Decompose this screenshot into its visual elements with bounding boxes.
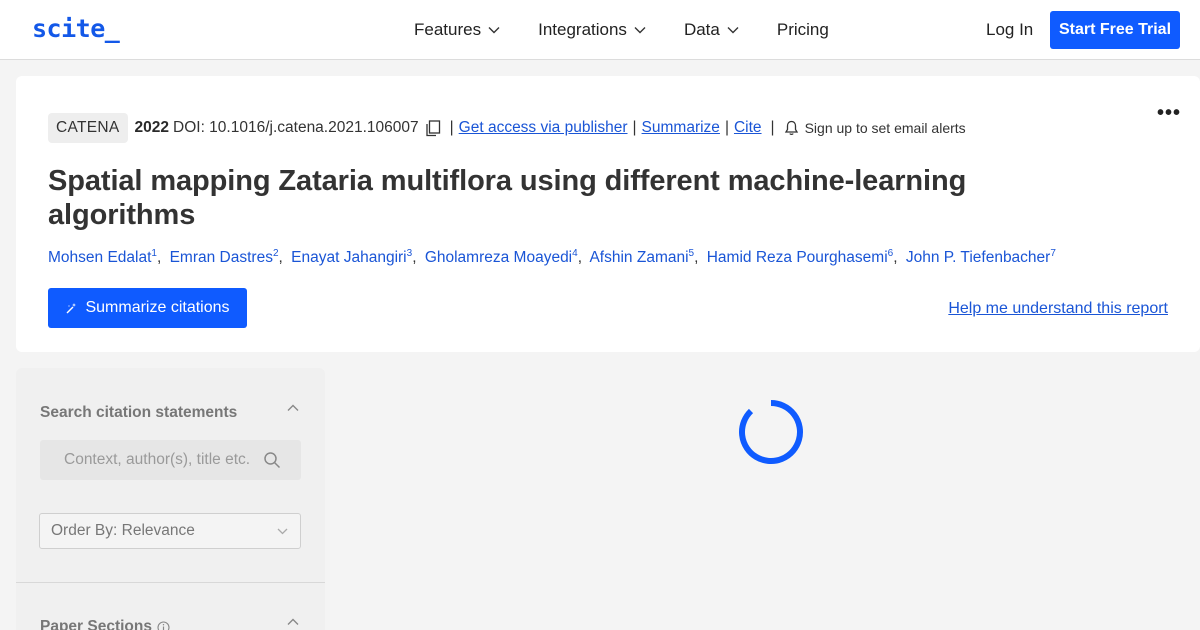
author-link[interactable]: Afshin Zamani5 [589, 248, 694, 267]
chevron-down-icon [727, 27, 739, 34]
author-name: Mohsen Edalat [48, 249, 152, 267]
separator: | [770, 119, 775, 136]
chevron-down-icon [277, 528, 288, 535]
author-name: Hamid Reza Pourghasemi [706, 249, 888, 267]
scite-logo[interactable]: scite_ [32, 14, 120, 43]
summarize-citations-button[interactable]: Summarize citations [48, 288, 247, 328]
publication-year: 2022 [134, 119, 170, 136]
email-alerts-link[interactable]: Sign up to set email alerts [805, 120, 966, 136]
paper-sections-heading: Paper Sections [40, 618, 170, 630]
copy-icon[interactable] [425, 119, 441, 137]
author-name: Enayat Jahangiri [291, 249, 407, 267]
get-access-link[interactable]: Get access via publisher [459, 119, 628, 137]
nav-features[interactable]: Features [414, 20, 500, 40]
login-link[interactable]: Log In [986, 20, 1033, 40]
separator: | [724, 119, 729, 136]
author-name: Afshin Zamani [589, 249, 689, 267]
nav-data-label: Data [683, 20, 720, 39]
chevron-down-icon [488, 27, 500, 34]
info-icon[interactable] [157, 620, 170, 630]
magic-wand-icon [66, 302, 77, 313]
summarize-link[interactable]: Summarize [642, 119, 720, 137]
author-link[interactable]: Enayat Jahangiri3 [291, 248, 412, 267]
separator: | [632, 119, 637, 136]
top-navbar: scite_ Features Integrations Data Pricin… [0, 0, 1200, 60]
more-options-icon[interactable]: ••• [1157, 103, 1181, 123]
cite-link[interactable]: Cite [734, 119, 762, 137]
help-understand-report-link[interactable]: Help me understand this report [948, 300, 1168, 318]
citation-sidebar: Search citation statements Order By: Rel… [16, 368, 325, 630]
author-link[interactable]: Mohsen Edalat1 [48, 248, 157, 267]
paper-title: Spatial mapping Zataria multiflora using… [48, 165, 967, 231]
nav-features-label: Features [414, 20, 482, 39]
chevron-down-icon [634, 27, 646, 34]
bell-icon[interactable] [784, 120, 799, 136]
search-citations-heading: Search citation statements [40, 404, 238, 421]
author-affiliation: 2 [272, 248, 279, 259]
order-by-select[interactable]: Order By: Relevance [39, 513, 301, 549]
journal-badge[interactable]: CATENA [48, 113, 128, 143]
order-by-value: Order By: Relevance [51, 522, 195, 539]
start-free-trial-button[interactable]: Start Free Trial [1050, 11, 1180, 49]
author-affiliation: 4 [572, 248, 578, 259]
author-name: Emran Dastres [169, 249, 273, 267]
author-link[interactable]: Emran Dastres2 [169, 248, 279, 267]
loading-spinner-icon [739, 400, 803, 464]
nav-integrations[interactable]: Integrations [538, 20, 646, 40]
nav-integrations-label: Integrations [538, 20, 627, 39]
nav-data[interactable]: Data [684, 20, 739, 40]
paper-header-card: CATENA 2022 DOI: 10.1016/j.catena.2021.1… [16, 76, 1200, 352]
author-name: Gholamreza Moayedi [424, 249, 573, 267]
sidebar-divider [16, 582, 325, 583]
author-link[interactable]: Gholamreza Moayedi4 [424, 248, 578, 267]
doi-text: DOI: 10.1016/j.catena.2021.106007 [173, 119, 419, 136]
main-nav: Features Integrations Data Pricing [414, 0, 867, 60]
citation-search-box [40, 440, 301, 480]
search-icon[interactable] [263, 451, 281, 469]
nav-pricing[interactable]: Pricing [777, 20, 829, 40]
separator: | [449, 119, 454, 136]
citation-search-input[interactable] [40, 440, 250, 480]
author-name: John P. Tiefenbacher [905, 249, 1051, 267]
nav-pricing-label: Pricing [776, 20, 829, 39]
chevron-up-icon[interactable] [287, 404, 299, 412]
author-list: Mohsen Edalat1, Emran Dastres2, Enayat J… [48, 248, 1056, 267]
summarize-citations-label: Summarize citations [85, 299, 230, 316]
author-affiliation: 7 [1050, 248, 1056, 259]
chevron-up-icon[interactable] [287, 618, 299, 626]
author-link[interactable]: Hamid Reza Pourghasemi6 [706, 248, 893, 267]
paper-meta-row: CATENA 2022 DOI: 10.1016/j.catena.2021.1… [48, 112, 966, 144]
paper-sections-label: Paper Sections [40, 618, 152, 630]
author-link[interactable]: John P. Tiefenbacher7 [905, 248, 1056, 267]
